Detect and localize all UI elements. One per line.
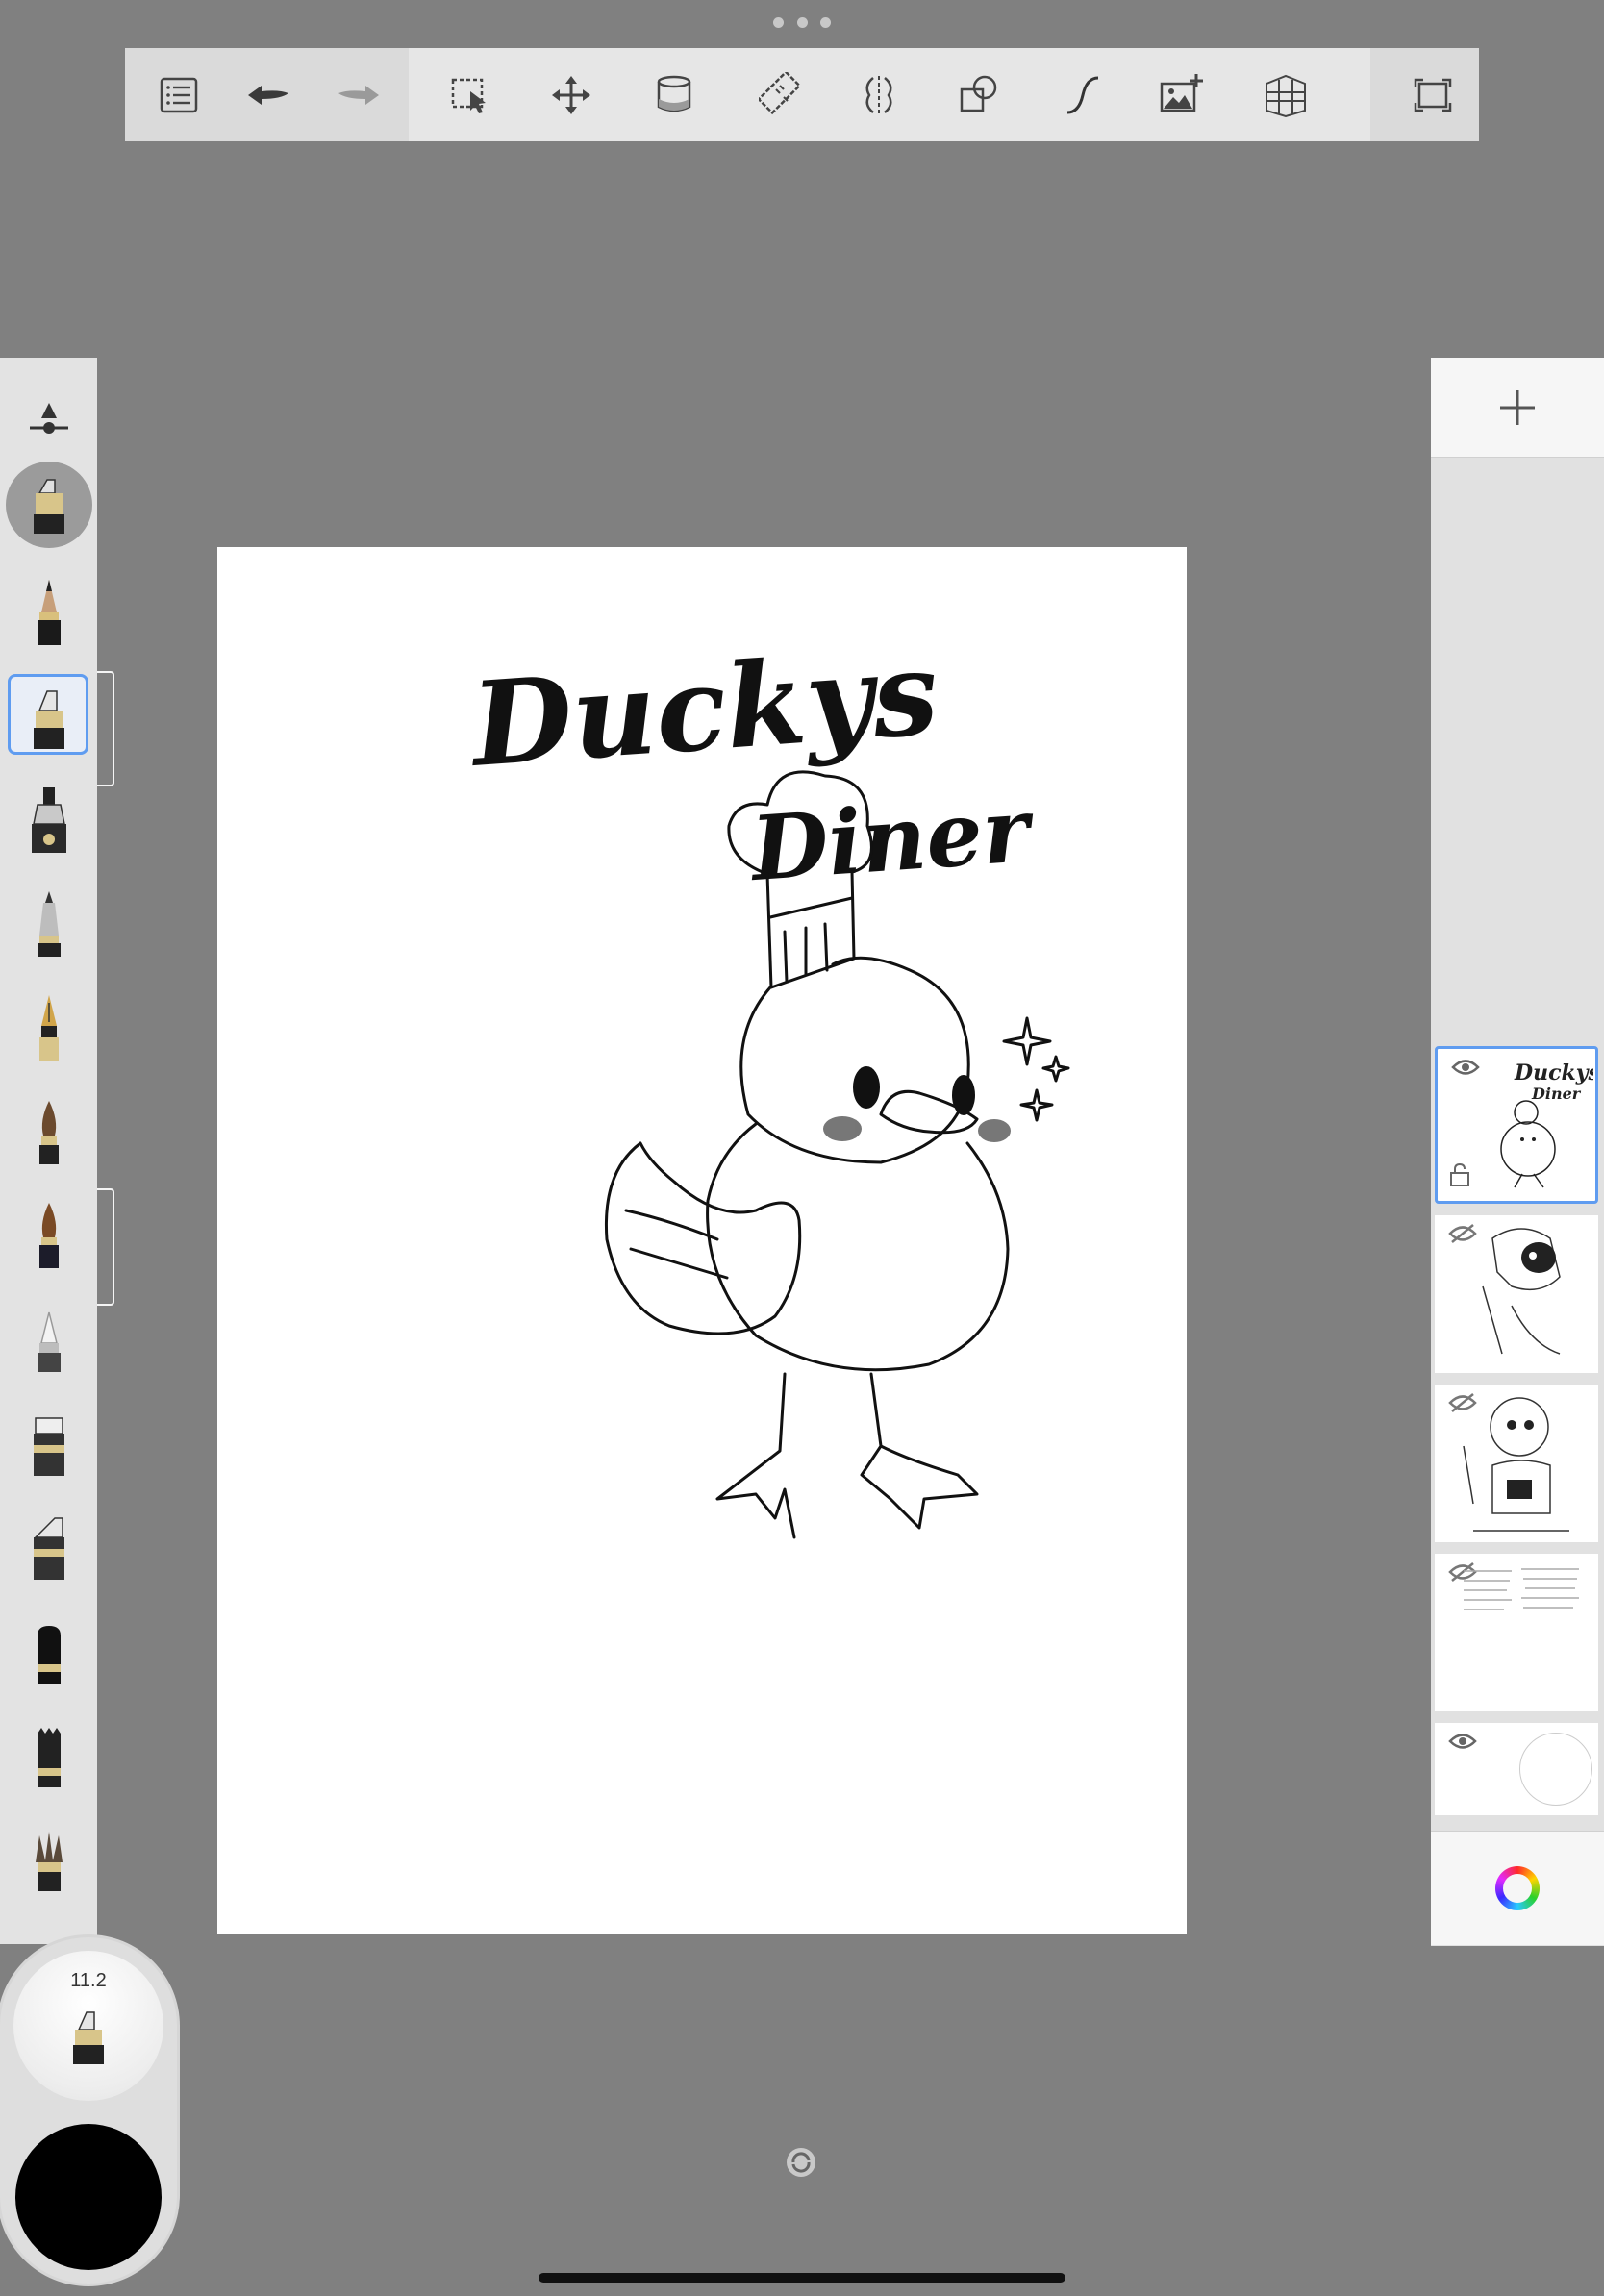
layer-thumbnail-character	[1482, 1228, 1561, 1355]
marker-brush-icon[interactable]	[10, 673, 88, 760]
layer-4[interactable]	[1435, 1554, 1598, 1711]
pencil-brush-icon[interactable]	[10, 569, 88, 656]
ruler-icon[interactable]	[753, 67, 811, 123]
dot	[796, 16, 808, 28]
fullscreen-icon[interactable]	[1404, 67, 1462, 123]
thumb-title-2: Diner	[1531, 1085, 1582, 1103]
more-options-handle[interactable]	[773, 14, 831, 30]
brush-puck[interactable]: 11.2	[0, 1937, 177, 2284]
layer-thumbnail-duck: Duckys Diner	[1500, 1061, 1593, 1188]
fan-brush-icon[interactable]	[10, 1815, 88, 1902]
transform-move-icon[interactable]	[542, 67, 600, 123]
wide-marker-icon[interactable]	[10, 1504, 88, 1590]
eraser-brush-icon[interactable]	[10, 1296, 88, 1383]
dot	[820, 16, 831, 28]
layer-thumbnail-cat	[1463, 1397, 1569, 1532]
rotate-canvas-icon[interactable]	[785, 2146, 817, 2179]
drawing-canvas[interactable]: Duckys Diner	[217, 547, 1187, 1934]
layer-3[interactable]	[1435, 1385, 1598, 1542]
stamp-brush-icon[interactable]	[10, 1711, 88, 1798]
eye-icon[interactable]	[1448, 1731, 1477, 1752]
title-line-2: Diner	[745, 778, 1039, 902]
layer-background[interactable]	[1435, 1723, 1598, 1815]
round-brush-icon[interactable]	[10, 1088, 88, 1175]
airbrush-icon[interactable]	[10, 777, 88, 863]
layer-thumbnail-notes	[1464, 1568, 1579, 1610]
curve-icon[interactable]	[1054, 67, 1112, 123]
palette-group-bracket	[97, 671, 114, 786]
flat-brush-icon[interactable]	[10, 1608, 88, 1694]
paint-brush-icon[interactable]	[10, 1192, 88, 1279]
dot	[773, 16, 784, 28]
layers-panel: Duckys Diner	[1431, 358, 1604, 1946]
brush-settings-icon[interactable]	[10, 377, 88, 463]
layer-2[interactable]	[1435, 1215, 1598, 1373]
title-line-1: Duckys	[464, 625, 941, 793]
brush-palette	[0, 358, 97, 1944]
color-wheel-icon	[1495, 1866, 1540, 1910]
selection-icon[interactable]	[441, 67, 499, 123]
fill-bucket-icon[interactable]	[645, 67, 703, 123]
fountain-pen-icon[interactable]	[10, 985, 88, 1071]
shapes-icon[interactable]	[950, 67, 1008, 123]
chisel-marker-icon[interactable]	[10, 1400, 88, 1486]
top-toolbar	[125, 48, 1479, 141]
list-icon[interactable]	[150, 67, 208, 123]
redo-icon[interactable]	[329, 67, 387, 123]
thumb-title-1: Duckys	[1514, 1061, 1593, 1086]
undo-icon[interactable]	[240, 67, 298, 123]
technical-pen-icon[interactable]	[10, 881, 88, 967]
symmetry-icon[interactable]	[850, 67, 908, 123]
plus-icon	[1500, 389, 1535, 425]
lock-transparency-icon[interactable]	[1449, 1162, 1470, 1187]
artwork-duck: Duckys Diner	[464, 625, 1070, 1539]
layer-1[interactable]: Duckys Diner	[1435, 1046, 1598, 1204]
add-image-icon[interactable]	[1152, 67, 1210, 123]
brush-size-value: 11.2	[70, 1970, 107, 1991]
perspective-icon[interactable]	[1257, 67, 1315, 123]
color-puck[interactable]	[15, 2124, 162, 2270]
add-layer-button[interactable]	[1431, 358, 1604, 458]
active-brush-indicator[interactable]	[6, 462, 92, 548]
color-editor-button[interactable]	[1431, 1831, 1604, 1945]
palette-group-bracket	[97, 1188, 114, 1306]
background-color-swatch[interactable]	[1519, 1733, 1592, 1806]
home-indicator	[539, 2273, 1065, 2283]
